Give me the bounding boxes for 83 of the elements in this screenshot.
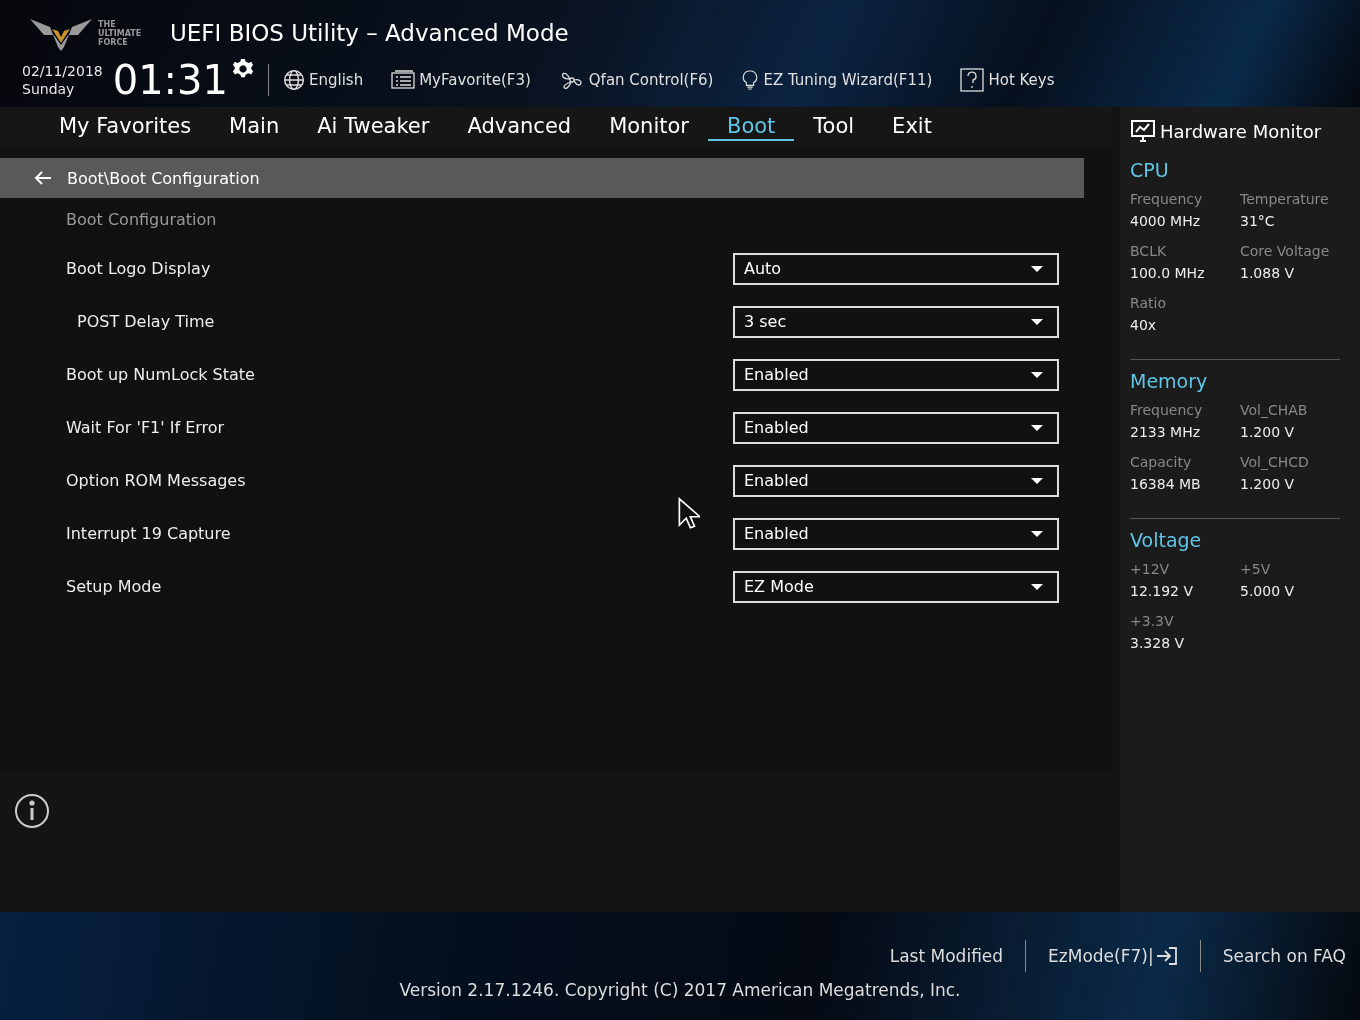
sensor-value: 2133 MHz	[1130, 424, 1202, 440]
toolbar-button[interactable]: Hot Keys	[960, 68, 1055, 92]
menu-tab[interactable]: Tool	[794, 113, 874, 141]
footer-link[interactable]: EzMode(F7)|	[1048, 946, 1178, 966]
group-heading: CPU	[1130, 159, 1170, 181]
toolbar-button[interactable]: EZ Tuning Wizard(F11)	[741, 68, 933, 92]
info-icon	[14, 793, 50, 829]
sensor-value: 16384 MB	[1130, 476, 1202, 492]
caret-icon	[1031, 318, 1043, 325]
setting-label: Boot up NumLock State	[66, 365, 255, 384]
setting-dropdown[interactable]: Enabled	[733, 411, 1059, 444]
mouse-cursor-icon	[678, 497, 700, 531]
setting-dropdown[interactable]: Auto	[733, 252, 1059, 285]
sensor-value: 31°C	[1240, 213, 1276, 229]
sensor-label: BCLK	[1130, 243, 1168, 259]
sensor-value: 5.000 V	[1240, 583, 1296, 599]
toolbar-button[interactable]: English	[283, 69, 364, 91]
date-text: 02/11/2018	[22, 62, 103, 80]
sensor-label: Core Voltage	[1240, 243, 1331, 259]
sensor-label: Frequency	[1130, 191, 1204, 207]
sensor-value: 4000 MHz	[1130, 213, 1202, 229]
logo-text: THE ULTIMATE FORCE	[98, 19, 143, 47]
setting-dropdown[interactable]: Enabled	[733, 517, 1059, 550]
setting-label: Boot Logo Display	[66, 259, 211, 278]
panel-title: Hardware Monitor	[1160, 120, 1322, 142]
sensor-label: Temperature	[1240, 191, 1330, 207]
clock-time: 01:31	[112, 58, 228, 102]
sensor-label: Ratio	[1130, 295, 1167, 311]
caret-icon	[1031, 583, 1043, 590]
sensor-label: +3.3V	[1130, 613, 1175, 629]
menu-tab[interactable]: Advanced	[448, 113, 591, 141]
sensor-value: 1.200 V	[1240, 424, 1296, 440]
lightbulb-icon	[741, 68, 760, 92]
sensor-value: 12.192 V	[1130, 583, 1194, 599]
setting-label: Wait For 'F1' If Error	[66, 418, 225, 437]
menu-tab[interactable]: Main	[210, 113, 299, 141]
sensor-value: 100.0 MHz	[1130, 265, 1206, 281]
sensor-label: Capacity	[1130, 454, 1193, 470]
group-heading: Memory	[1130, 370, 1209, 392]
toolbar-button[interactable]: Qfan Control(F6)	[558, 68, 714, 92]
globe-icon	[283, 69, 305, 91]
footer-link[interactable]: Last Modified	[889, 946, 1004, 966]
sensor-value: 3.328 V	[1130, 635, 1186, 651]
caret-icon	[1031, 477, 1043, 484]
setting-label: POST Delay Time	[76, 312, 215, 331]
window-title: UEFI BIOS Utility – Advanced Mode	[170, 20, 569, 46]
breadcrumb-path: Boot\Boot Configuration	[67, 168, 260, 188]
caret-icon	[1031, 424, 1043, 431]
menu-tab[interactable]: My Favorites	[40, 113, 211, 141]
sensor-value: 40x	[1130, 317, 1158, 333]
monitor-icon	[1130, 119, 1156, 143]
day-text: Sunday	[22, 80, 76, 98]
sensor-value: 1.088 V	[1240, 265, 1296, 281]
sensor-label: Vol_CHCD	[1240, 454, 1310, 470]
menu-tab[interactable]: Monitor	[590, 113, 708, 141]
menu-tab[interactable]: Ai Tweaker	[298, 113, 449, 141]
breadcrumb-bar[interactable]: Boot\Boot Configuration	[0, 158, 1084, 198]
sensor-label: Vol_CHAB	[1240, 402, 1309, 418]
setting-label: Option ROM Messages	[66, 471, 246, 490]
footer-link[interactable]: Search on FAQ	[1222, 946, 1346, 966]
sensor-label: +5V	[1240, 561, 1272, 577]
setting-dropdown[interactable]: Enabled	[733, 358, 1059, 391]
sensor-label: +12V	[1130, 561, 1171, 577]
sensor-value: 1.200 V	[1240, 476, 1296, 492]
caret-icon	[1031, 265, 1043, 272]
sensor-label: Frequency	[1130, 402, 1204, 418]
list-icon	[391, 70, 416, 90]
menu-tab[interactable]: Exit	[873, 113, 951, 141]
version-text: Version 2.17.1246. Copyright (C) 2017 American Megatrends, Inc.	[399, 980, 961, 1000]
menu-tab[interactable]: Boot	[707, 113, 795, 141]
setting-dropdown[interactable]: Enabled	[733, 464, 1059, 497]
setting-label: Setup Mode	[66, 577, 162, 596]
exit-arrow-icon	[1155, 946, 1178, 966]
help-icon	[960, 68, 985, 92]
setting-label: Interrupt 19 Capture	[66, 524, 231, 543]
toolbar-button[interactable]: MyFavorite(F3)	[391, 70, 531, 90]
setting-dropdown[interactable]: 3 sec	[733, 305, 1059, 338]
setting-dropdown[interactable]: EZ Mode	[733, 570, 1059, 603]
caret-icon	[1031, 530, 1043, 537]
section-heading: Boot Configuration	[65, 209, 218, 231]
caret-icon	[1031, 371, 1043, 378]
settings-icon[interactable]	[232, 58, 254, 80]
group-heading: Voltage	[1130, 529, 1203, 551]
